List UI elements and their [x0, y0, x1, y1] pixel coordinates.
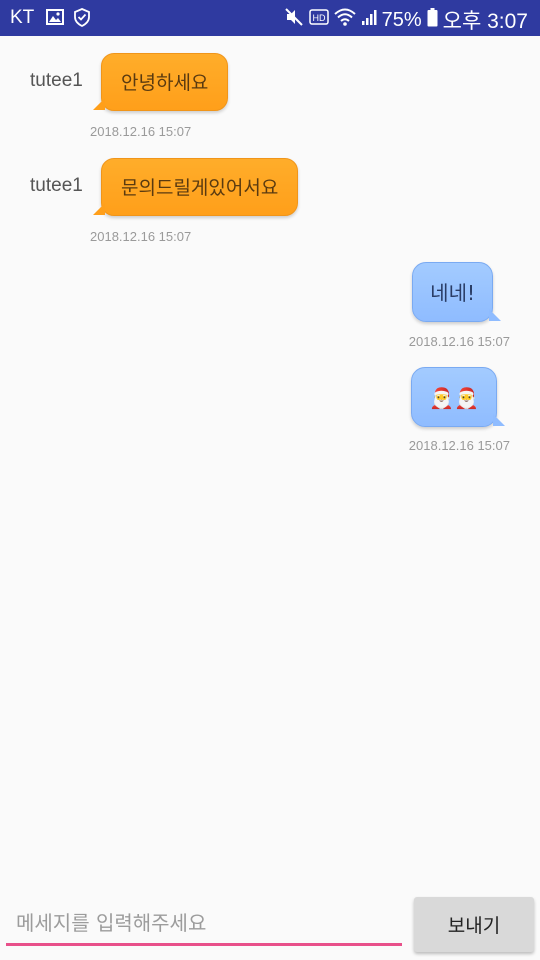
status-right-group: HD 75% 오후 3:07 [284, 5, 528, 35]
battery-icon [427, 7, 438, 33]
sender-name: tutee1 [30, 70, 83, 91]
bubble-tail [93, 203, 105, 215]
svg-text:HD: HD [312, 13, 325, 23]
sender-name: tutee1 [30, 175, 83, 196]
message-text: 🎅🎅 [429, 386, 479, 410]
message-text: 네네! [430, 281, 475, 305]
message-text: 안녕하세요 [121, 72, 209, 94]
bubble-tail [493, 414, 505, 426]
image-icon [46, 8, 64, 31]
signal-icon [361, 8, 377, 32]
message-bubble-sent[interactable]: 🎅🎅 [411, 367, 505, 427]
shield-check-icon [74, 8, 90, 32]
message-input[interactable] [6, 902, 402, 946]
message-timestamp: 2018.12.16 15:07 [408, 438, 510, 453]
message-bubble-received[interactable]: 안녕하세요 [93, 53, 229, 111]
carrier-label: KT [10, 7, 35, 28]
send-button[interactable]: 보내기 [414, 897, 534, 952]
bubble-tail [93, 98, 105, 110]
status-bar: KT HD 75% 오후 3:07 [0, 0, 540, 36]
bubble-tail [489, 309, 501, 321]
message-bubble-sent[interactable]: 네네! [412, 262, 501, 322]
mute-icon [284, 7, 304, 33]
message-timestamp: 2018.12.16 15:07 [90, 124, 192, 139]
message-timestamp: 2018.12.16 15:07 [90, 229, 192, 244]
status-time: 오후 3:07 [442, 10, 528, 33]
message-timestamp: 2018.12.16 15:07 [408, 334, 510, 349]
message-text: 문의드릴게있어서요 [121, 177, 279, 199]
wifi-icon [333, 7, 356, 33]
battery-percent: 75% [381, 8, 422, 31]
message-bubble-received[interactable]: 문의드릴게있어서요 [93, 158, 299, 216]
hd-icon: HD [308, 8, 329, 32]
